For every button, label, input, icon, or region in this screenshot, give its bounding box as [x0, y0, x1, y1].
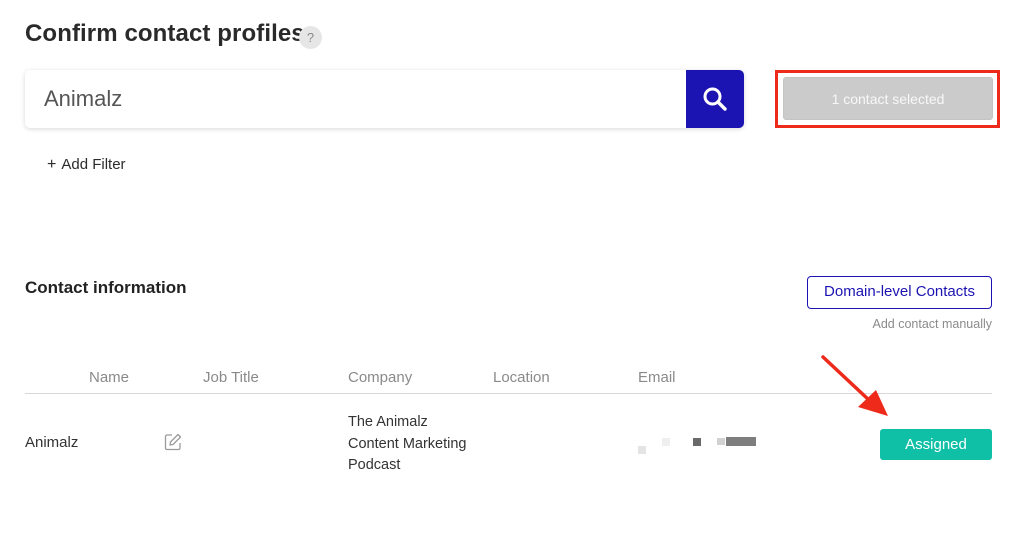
contact-name: Animalz	[25, 434, 79, 451]
contacts-selected-button[interactable]: 1 contact selected	[783, 77, 993, 120]
search-icon	[703, 87, 727, 111]
column-header-job-title: Job Title	[203, 369, 259, 386]
add-filter-button[interactable]: + Add Filter	[47, 156, 126, 173]
contact-company: The Animalz Content Marketing Podcast	[348, 412, 466, 477]
company-line: The Animalz	[348, 414, 428, 430]
search-bar	[25, 70, 744, 128]
column-header-location: Location	[493, 369, 550, 386]
column-header-company: Company	[348, 369, 413, 386]
search-input[interactable]	[25, 70, 686, 128]
page-title: Confirm contact profiles	[25, 20, 305, 47]
column-header-email: Email	[638, 369, 676, 386]
search-button[interactable]	[686, 70, 744, 128]
company-line: Content Marketing	[348, 435, 467, 452]
question-icon[interactable]: ?	[299, 26, 322, 49]
section-title: Contact information	[25, 278, 187, 297]
redacted-email	[638, 436, 768, 456]
add-contact-manually-link[interactable]: Add contact manually	[872, 317, 992, 331]
red-arrow-icon	[821, 355, 888, 416]
add-filter-label: Add Filter	[61, 156, 126, 173]
edit-icon[interactable]	[163, 432, 183, 452]
domain-level-contacts-button[interactable]: Domain-level Contacts	[807, 276, 992, 309]
plus-icon: +	[47, 155, 57, 173]
assigned-status-button[interactable]: Assigned	[880, 429, 992, 460]
company-line: Podcast	[348, 457, 401, 473]
column-header-name: Name	[89, 369, 130, 386]
